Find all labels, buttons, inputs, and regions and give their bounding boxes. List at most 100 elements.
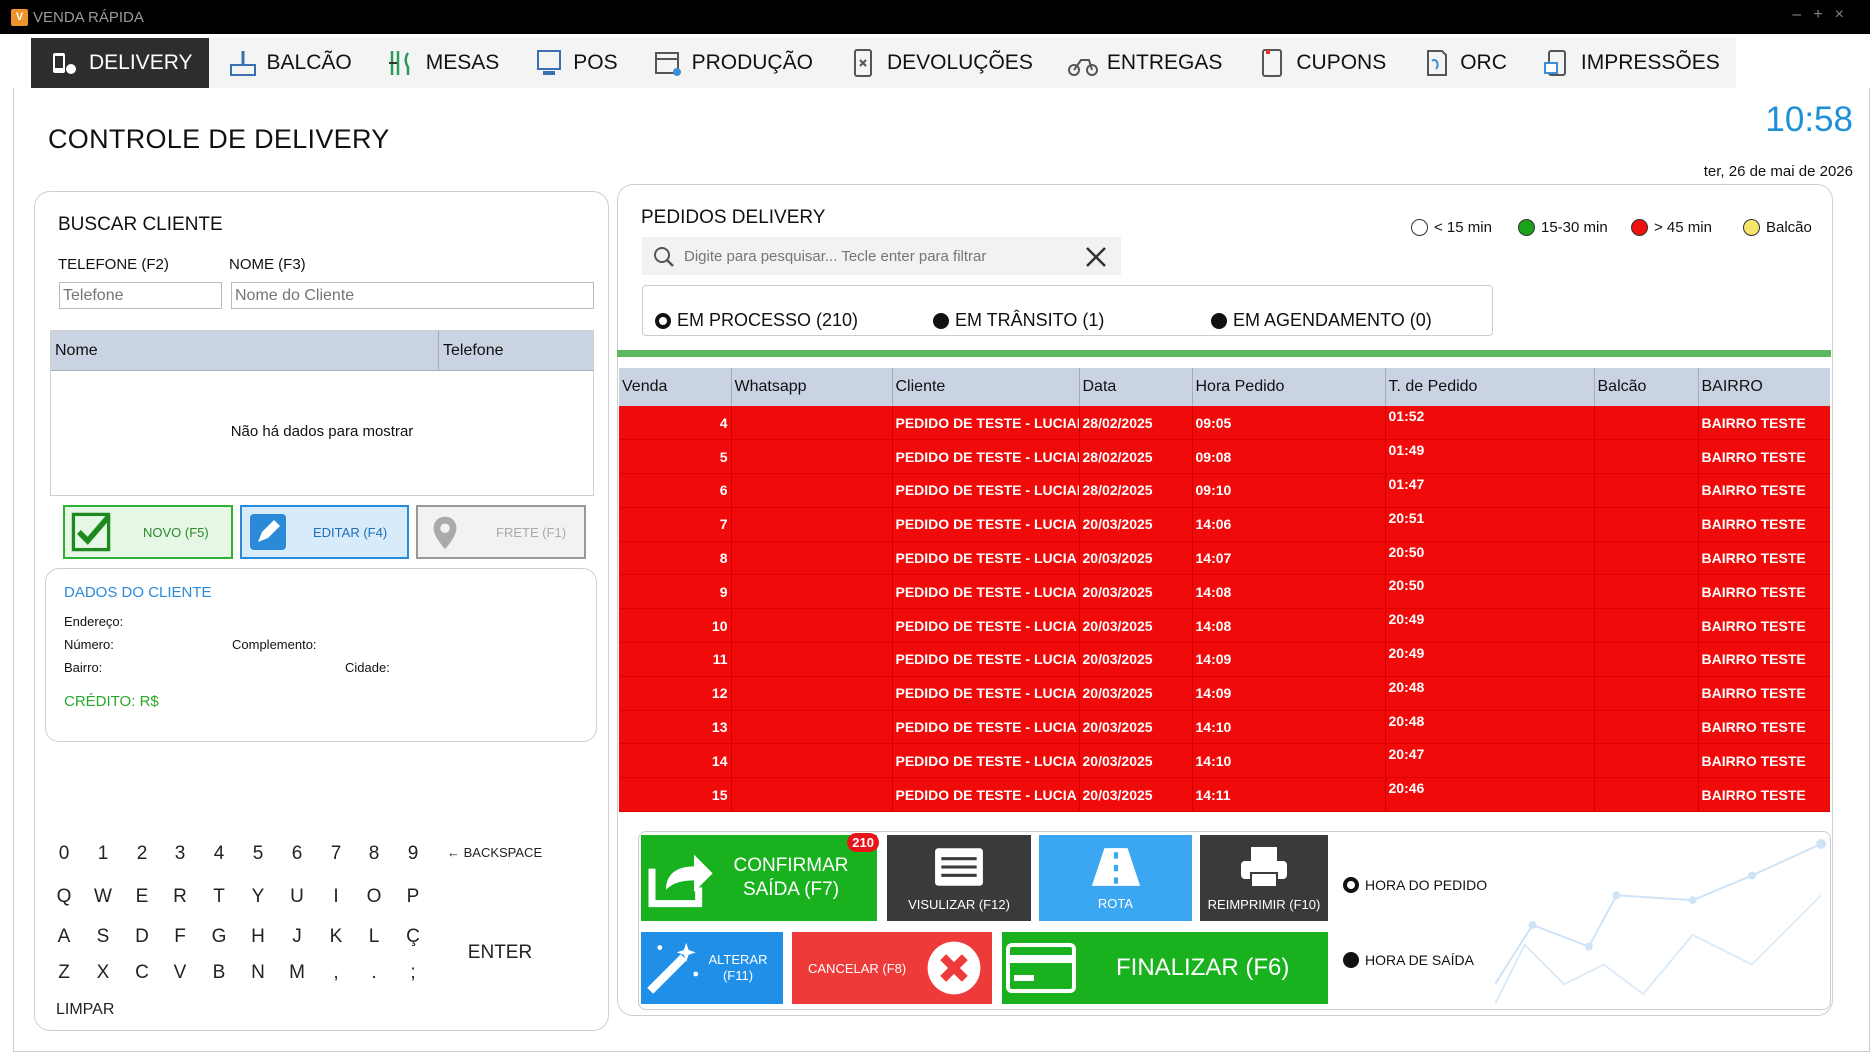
key-period[interactable]: . <box>364 962 384 984</box>
route-button[interactable]: ROTA <box>1039 835 1192 921</box>
table-row[interactable]: 7 PEDIDO DE TESTE - LUCIA 20/03/2025 14:06 2… <box>619 507 1830 542</box>
table-row[interactable]: 5 PEDIDO DE TESTE - LUCIAN 28/02/2025 09:08… <box>619 439 1830 475</box>
key-c[interactable]: C <box>132 962 152 984</box>
view-button[interactable]: VISULIZAR (F12) <box>887 835 1031 921</box>
key-comma[interactable]: , <box>326 962 346 984</box>
col-balcao[interactable]: Balcão <box>1594 368 1699 406</box>
tab-balcao[interactable]: BALCÃO <box>209 38 368 88</box>
key-enter[interactable]: ENTER <box>465 942 535 964</box>
col-telefone[interactable]: Telefone <box>439 331 589 370</box>
reprint-button[interactable]: REIMPRIMIR (F10) <box>1200 835 1328 921</box>
tab-label: POS <box>573 51 618 74</box>
tab-cupons[interactable]: CUPONS <box>1238 38 1402 88</box>
order-search-input[interactable] <box>684 243 1074 269</box>
key-r[interactable]: R <box>170 886 190 908</box>
cancel-button[interactable]: CANCELAR (F8) <box>792 932 992 1004</box>
table-row[interactable]: 13 PEDIDO DE TESTE - LUCIA 20/03/2025 14:10… <box>619 710 1830 745</box>
key-backspace[interactable]: ← BACKSPACE <box>447 845 547 860</box>
tab-mesas[interactable]: MESAS <box>368 38 516 88</box>
col-bairro[interactable]: BAIRRO <box>1698 368 1830 406</box>
key-t[interactable]: T <box>209 886 229 908</box>
table-row[interactable]: 12 PEDIDO DE TESTE - LUCIA 20/03/2025 14:09… <box>619 676 1830 711</box>
key-s[interactable]: S <box>93 926 113 948</box>
edit-client-button[interactable]: EDITAR (F4) <box>240 505 409 559</box>
freight-button[interactable]: FRETE (F1) <box>416 505 586 559</box>
tab-impressoes[interactable]: IMPRESSÕES <box>1523 38 1736 88</box>
key-n[interactable]: N <box>248 962 268 984</box>
minimize-button[interactable]: – <box>1792 6 1813 23</box>
key-a[interactable]: A <box>54 926 74 948</box>
key-2[interactable]: 2 <box>132 843 152 865</box>
col-data[interactable]: Data <box>1079 368 1193 406</box>
key-clear[interactable]: LIMPAR <box>56 1001 126 1019</box>
table-row[interactable]: 6 PEDIDO DE TESTE - LUCIAN 28/02/2025 09:10… <box>619 473 1830 508</box>
key-q[interactable]: Q <box>54 886 74 908</box>
name-input[interactable] <box>231 282 594 309</box>
tab-delivery[interactable]: DELIVERY <box>31 38 209 88</box>
key-j[interactable]: J <box>287 926 307 948</box>
key-h[interactable]: H <box>248 926 268 948</box>
key-6[interactable]: 6 <box>287 843 307 865</box>
table-row[interactable]: 4 PEDIDO DE TESTE - LUCIAN 28/02/2025 09:05… <box>619 406 1830 441</box>
new-client-button[interactable]: NOVO (F5) <box>63 505 233 559</box>
table-row[interactable]: 9 PEDIDO DE TESTE - LUCIA 20/03/2025 14:08 2… <box>619 574 1830 610</box>
key-b[interactable]: B <box>209 962 229 984</box>
key-p[interactable]: P <box>403 886 423 908</box>
key-z[interactable]: Z <box>54 962 74 984</box>
key-c-cedilla[interactable]: Ç <box>403 926 423 948</box>
col-tempo-pedido[interactable]: T. de Pedido <box>1385 368 1595 406</box>
col-whatsapp[interactable]: Whatsapp <box>731 368 893 406</box>
tab-devolucoes[interactable]: DEVOLUÇÕES <box>829 38 1049 88</box>
tab-orc[interactable]: ORC <box>1402 38 1523 88</box>
key-i[interactable]: I <box>326 886 346 908</box>
key-o[interactable]: O <box>364 886 384 908</box>
tab-entregas[interactable]: ENTREGAS <box>1049 38 1239 88</box>
key-7[interactable]: 7 <box>326 843 346 865</box>
table-row[interactable]: 11 PEDIDO DE TESTE - LUCIA 20/03/2025 14:09… <box>619 642 1830 677</box>
tab-producao[interactable]: PRODUÇÃO <box>634 38 829 88</box>
key-f[interactable]: F <box>170 926 190 948</box>
key-y[interactable]: Y <box>248 886 268 908</box>
key-k[interactable]: K <box>326 926 346 948</box>
key-semicolon[interactable]: ; <box>403 962 423 984</box>
key-d[interactable]: D <box>132 926 152 948</box>
col-venda[interactable]: Venda <box>619 368 732 406</box>
finalize-button[interactable]: FINALIZAR (F6) <box>1002 932 1328 1004</box>
sort-by-order-time[interactable]: HORA DO PEDIDO <box>1343 877 1487 893</box>
close-button[interactable]: × <box>1835 6 1856 23</box>
key-u[interactable]: U <box>287 886 307 908</box>
key-8[interactable]: 8 <box>364 843 384 865</box>
key-w[interactable]: W <box>93 886 113 908</box>
filter-em-transito[interactable]: EM TRÂNSITO (1) <box>933 310 1104 331</box>
confirm-exit-button[interactable]: CONFIRMAR SAÍDA (F7) 210 <box>641 833 879 921</box>
alter-button[interactable]: ALTERAR (F11) <box>641 932 783 1004</box>
col-hora-pedido[interactable]: Hora Pedido <box>1192 368 1386 406</box>
cell-hora-pedido: 09:10 <box>1192 473 1386 508</box>
key-g[interactable]: G <box>209 926 229 948</box>
maximize-button[interactable]: + <box>1813 6 1834 23</box>
cell-venda: 15 <box>619 777 732 813</box>
sort-by-exit-time[interactable]: HORA DE SAÍDA <box>1343 952 1474 968</box>
phone-input[interactable] <box>59 282 222 309</box>
key-m[interactable]: M <box>287 962 307 984</box>
tab-pos[interactable]: POS <box>515 38 633 88</box>
key-3[interactable]: 3 <box>170 843 190 865</box>
key-1[interactable]: 1 <box>93 843 113 865</box>
filter-em-agendamento[interactable]: EM AGENDAMENTO (0) <box>1211 310 1432 331</box>
key-x[interactable]: X <box>93 962 113 984</box>
key-5[interactable]: 5 <box>248 843 268 865</box>
table-row[interactable]: 15 PEDIDO DE TESTE - LUCIA 20/03/2025 14:11… <box>619 777 1830 813</box>
key-l[interactable]: L <box>364 926 384 948</box>
key-e[interactable]: E <box>132 886 152 908</box>
key-0[interactable]: 0 <box>54 843 74 865</box>
key-v[interactable]: V <box>170 962 190 984</box>
key-4[interactable]: 4 <box>209 843 229 865</box>
col-cliente[interactable]: Cliente <box>892 368 1080 406</box>
col-nome[interactable]: Nome <box>51 331 439 370</box>
table-row[interactable]: 10 PEDIDO DE TESTE - LUCIA 20/03/2025 14:08… <box>619 608 1830 644</box>
key-9[interactable]: 9 <box>403 843 423 865</box>
clear-search-icon[interactable] <box>1084 245 1108 269</box>
filter-em-processo[interactable]: EM PROCESSO (210) <box>655 310 858 331</box>
table-row[interactable]: 14 PEDIDO DE TESTE - LUCIA 20/03/2025 14:10… <box>619 743 1830 779</box>
table-row[interactable]: 8 PEDIDO DE TESTE - LUCIA 20/03/2025 14:07 2… <box>619 541 1830 576</box>
